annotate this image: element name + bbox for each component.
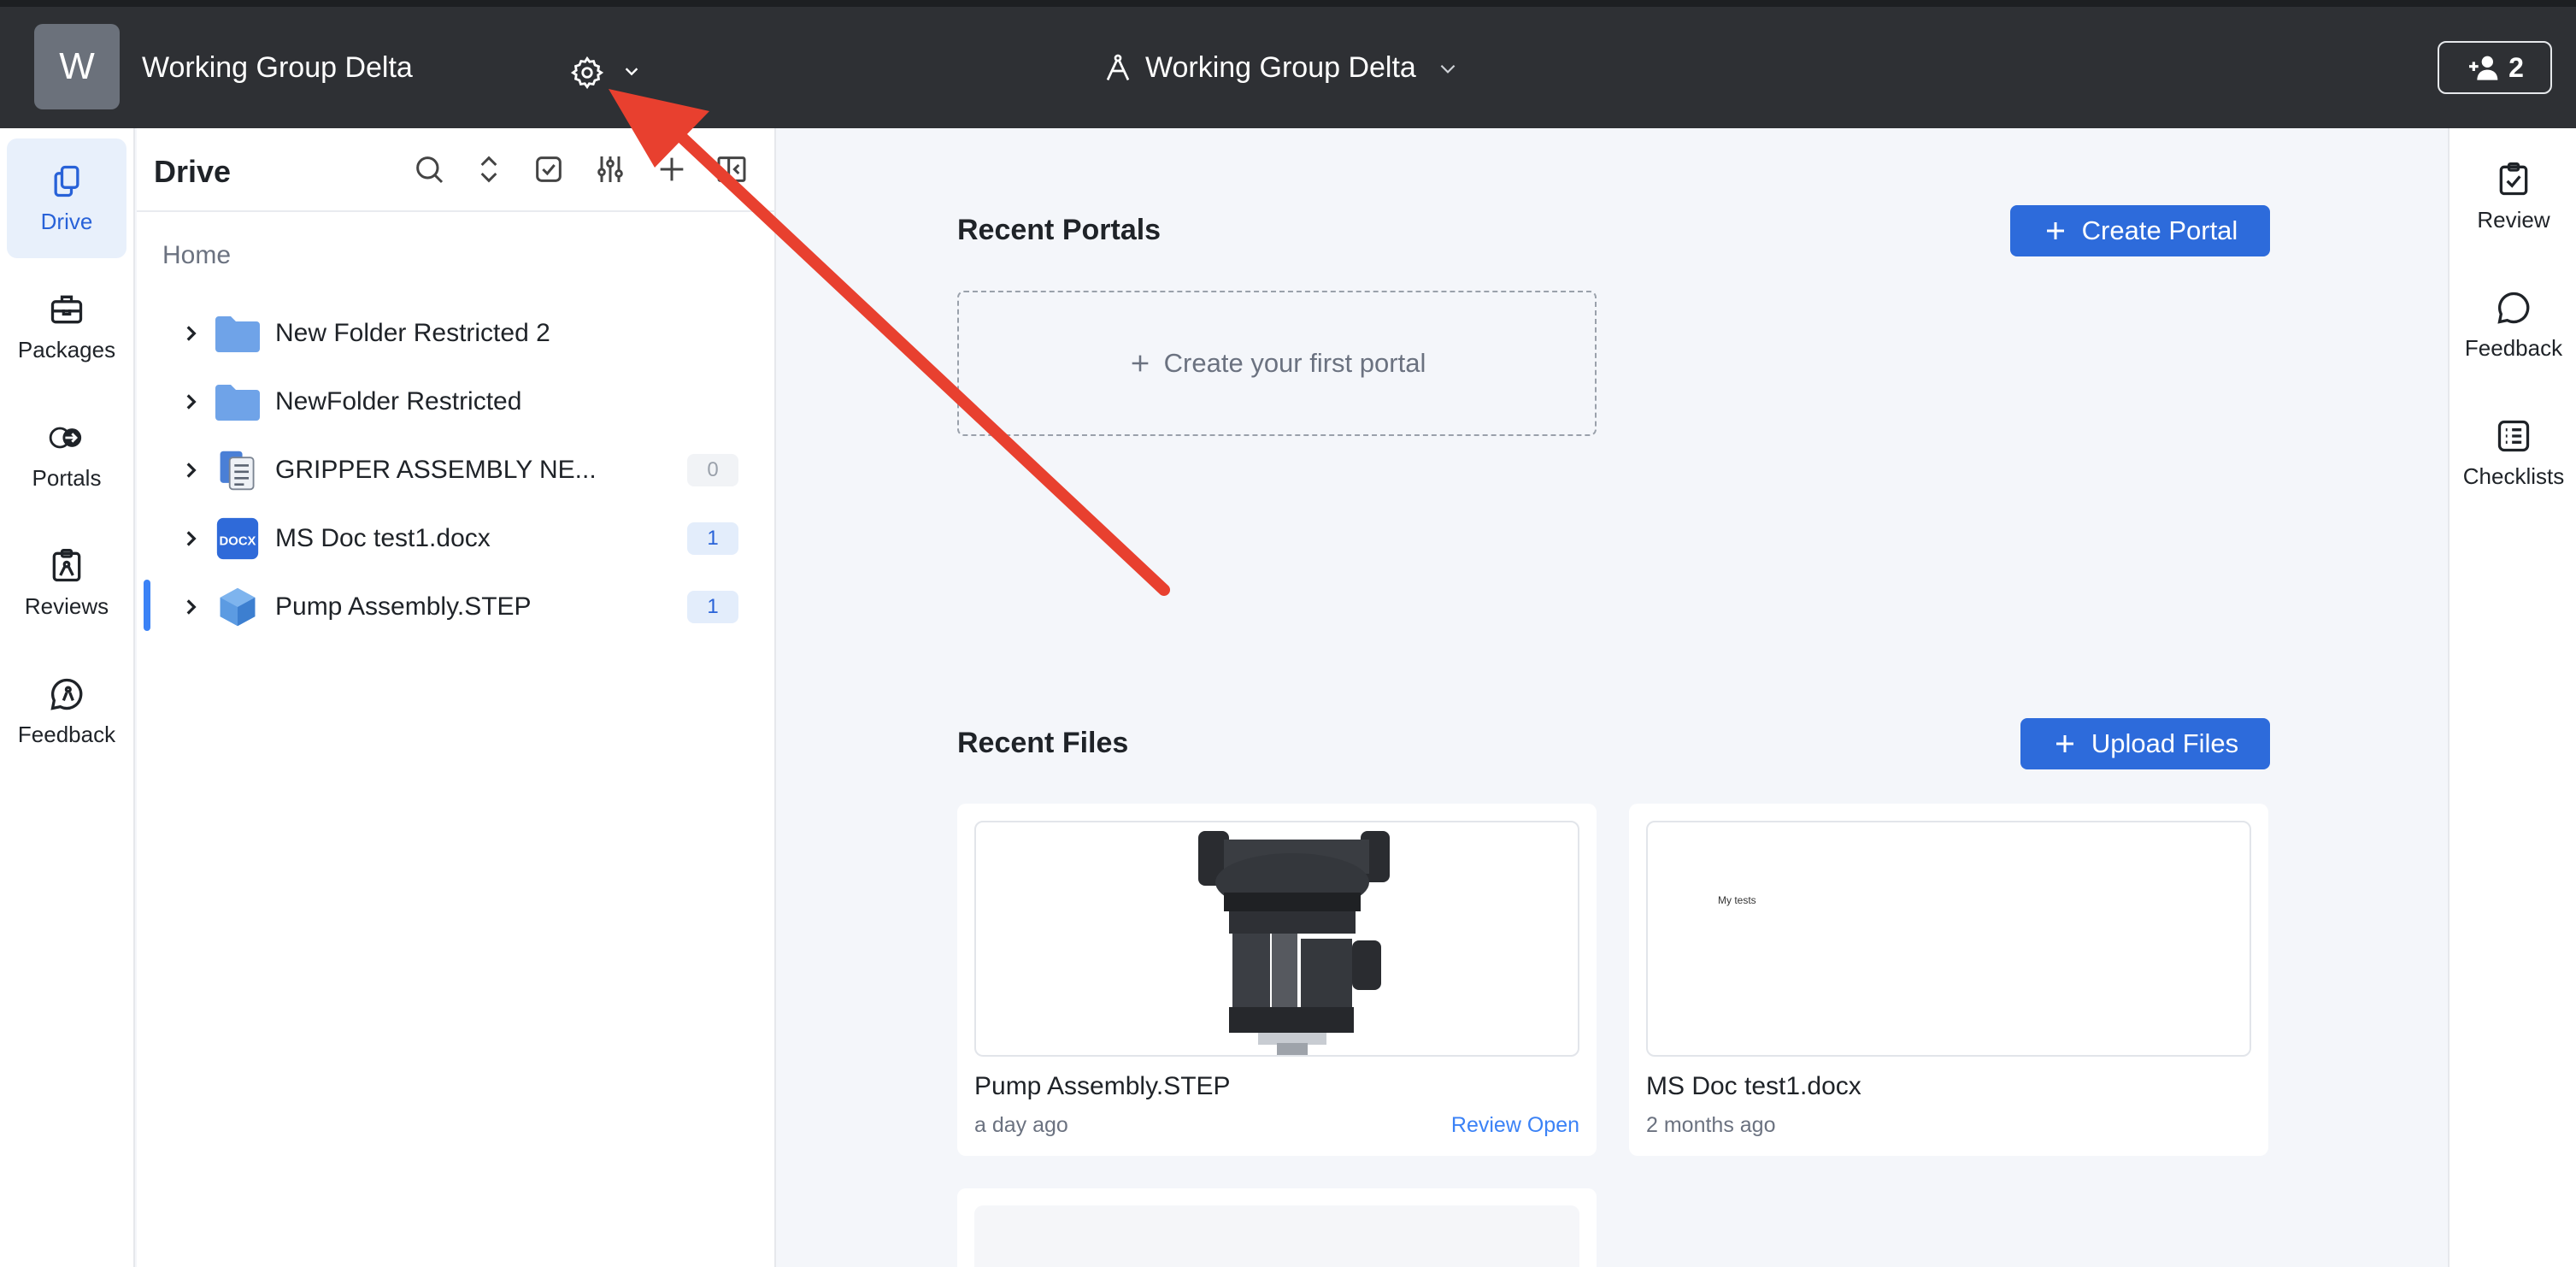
upload-files-button[interactable]: Upload Files <box>2020 718 2270 769</box>
add-icon[interactable] <box>655 152 689 186</box>
right-rail: Review Feedback Checklists <box>2448 128 2576 1267</box>
drive-icon <box>54 165 79 197</box>
count-badge: 0 <box>687 454 738 486</box>
file-thumbnail <box>974 821 1579 1057</box>
file-card[interactable]: Pump Assembly.STEP a day ago Review Open <box>957 804 1597 1156</box>
document-preview-text: My tests <box>1718 894 1756 906</box>
project-switcher[interactable]: Working Group Delta <box>1103 51 1459 85</box>
chevron-down-icon[interactable] <box>622 62 641 80</box>
pump-model-preview <box>1198 831 1390 1055</box>
tree-item[interactable]: NewFolder Restricted <box>137 368 776 436</box>
tree-item-label: GRIPPER ASSEMBLY NE... <box>275 456 597 484</box>
review-icon <box>2499 162 2528 195</box>
plus-icon <box>2046 222 2064 239</box>
count-badge: 1 <box>687 522 738 555</box>
breadcrumb[interactable]: Home <box>162 241 231 270</box>
upload-files-label: Upload Files <box>2091 728 2239 758</box>
file-card-name: Pump Assembly.STEP <box>974 1072 1231 1100</box>
create-first-portal-label: Create your first portal <box>1163 348 1426 378</box>
chevron-right-icon[interactable] <box>179 391 202 413</box>
tree-item-selected[interactable]: Pump Assembly.STEP 1 <box>137 573 776 641</box>
chevron-right-icon[interactable] <box>179 596 202 618</box>
select-checkbox-icon[interactable] <box>532 152 566 186</box>
file-card-time: 2 months ago <box>1646 1113 1776 1137</box>
folder-icon <box>215 385 260 421</box>
recent-files-title: Recent Files <box>957 727 1129 759</box>
file-card-name: MS Doc test1.docx <box>1646 1072 1861 1100</box>
checklist-icon <box>2497 420 2530 451</box>
file-card-placeholder <box>957 1188 1597 1267</box>
rail-item-feedback-right[interactable]: Feedback <box>2450 274 2576 376</box>
review-clipboard-icon <box>52 548 81 581</box>
rail-item-feedback[interactable]: Feedback <box>7 651 126 771</box>
tree-item-label: MS Doc test1.docx <box>275 524 491 552</box>
create-portal-button[interactable]: Create Portal <box>2010 205 2270 256</box>
rail-item-label: Reviews <box>24 592 109 619</box>
drive-title: Drive <box>154 154 232 189</box>
tree-item[interactable]: GRIPPER ASSEMBLY NE... 0 <box>137 436 776 504</box>
left-rail: Drive Packages Portals Reviews Feedback <box>0 128 135 1267</box>
document-stack-icon <box>220 451 255 491</box>
rail-item-review[interactable]: Review <box>2450 145 2576 248</box>
top-bar: W Working Group Delta Working Group Delt… <box>0 0 2576 128</box>
rail-item-reviews[interactable]: Reviews <box>7 523 126 643</box>
review-status-link[interactable]: Review Open <box>1451 1113 1579 1138</box>
file-card[interactable]: My tests MS Doc test1.docx 2 months ago <box>1629 804 2268 1156</box>
rail-item-checklists[interactable]: Checklists <box>2450 402 2576 504</box>
create-first-portal[interactable]: Create your first portal <box>957 291 1597 436</box>
file-thumbnail-placeholder <box>974 1205 1579 1267</box>
chat-bubble-icon <box>2497 292 2530 324</box>
workspace-avatar[interactable]: W <box>34 24 120 109</box>
chevron-right-icon[interactable] <box>179 527 202 550</box>
project-title: Working Group Delta <box>1145 51 1416 84</box>
folder-icon <box>215 316 260 352</box>
search-icon[interactable] <box>412 152 446 186</box>
rail-item-label: Portals <box>32 464 102 491</box>
file-thumbnail: My tests <box>1646 821 2251 1057</box>
drive-header: Drive <box>137 128 776 212</box>
rail-item-label: Feedback <box>2464 334 2563 361</box>
collapse-panel-icon[interactable] <box>715 152 749 186</box>
chevron-right-icon[interactable] <box>179 459 202 481</box>
portal-icon <box>49 427 82 448</box>
expand-collapse-icon[interactable] <box>472 152 506 186</box>
invite-count: 2 <box>2508 51 2524 83</box>
invite-members-button[interactable]: 2 <box>2438 41 2552 94</box>
create-portal-label: Create Portal <box>2081 215 2238 245</box>
rail-item-portals[interactable]: Portals <box>7 395 126 515</box>
file-card-time: a day ago <box>974 1113 1068 1137</box>
add-user-icon <box>2469 56 2498 80</box>
rail-item-label: Feedback <box>17 721 116 747</box>
tree-item[interactable]: DOCX MS Doc test1.docx 1 <box>137 504 776 573</box>
rail-item-label: Packages <box>17 336 116 362</box>
rail-item-label: Review <box>2477 206 2550 233</box>
filter-sliders-icon[interactable] <box>593 152 627 186</box>
rail-item-packages[interactable]: Packages <box>7 267 126 386</box>
plus-icon <box>2056 735 2073 752</box>
drive-panel: Drive Home New Folder Restricted 2 NewFo… <box>137 128 776 1267</box>
rail-item-label: Drive <box>40 208 93 234</box>
rail-item-label: Checklists <box>2462 463 2565 489</box>
chevron-right-icon[interactable] <box>179 322 202 345</box>
cube-icon <box>220 587 256 627</box>
rail-item-drive[interactable]: Drive <box>7 138 126 258</box>
tree-item[interactable]: New Folder Restricted 2 <box>137 299 776 368</box>
tree-item-label: Pump Assembly.STEP <box>275 592 532 621</box>
tree-item-label: NewFolder Restricted <box>275 387 522 415</box>
main-content: Recent Portals Create Portal Create your… <box>778 128 2448 1267</box>
gear-icon[interactable] <box>569 55 605 91</box>
feedback-icon <box>50 678 83 710</box>
briefcase-icon <box>50 295 83 323</box>
chevron-down-icon <box>1440 64 1456 74</box>
compass-icon <box>1106 54 1130 80</box>
docx-file-icon: DOCX <box>216 517 259 560</box>
plus-icon <box>1132 355 1148 372</box>
workspace-name[interactable]: Working Group Delta <box>142 51 413 85</box>
docx-badge-text: DOCX <box>220 534 256 548</box>
tree-item-label: New Folder Restricted 2 <box>275 319 550 347</box>
count-badge: 1 <box>687 591 738 623</box>
recent-portals-title: Recent Portals <box>957 214 1162 246</box>
